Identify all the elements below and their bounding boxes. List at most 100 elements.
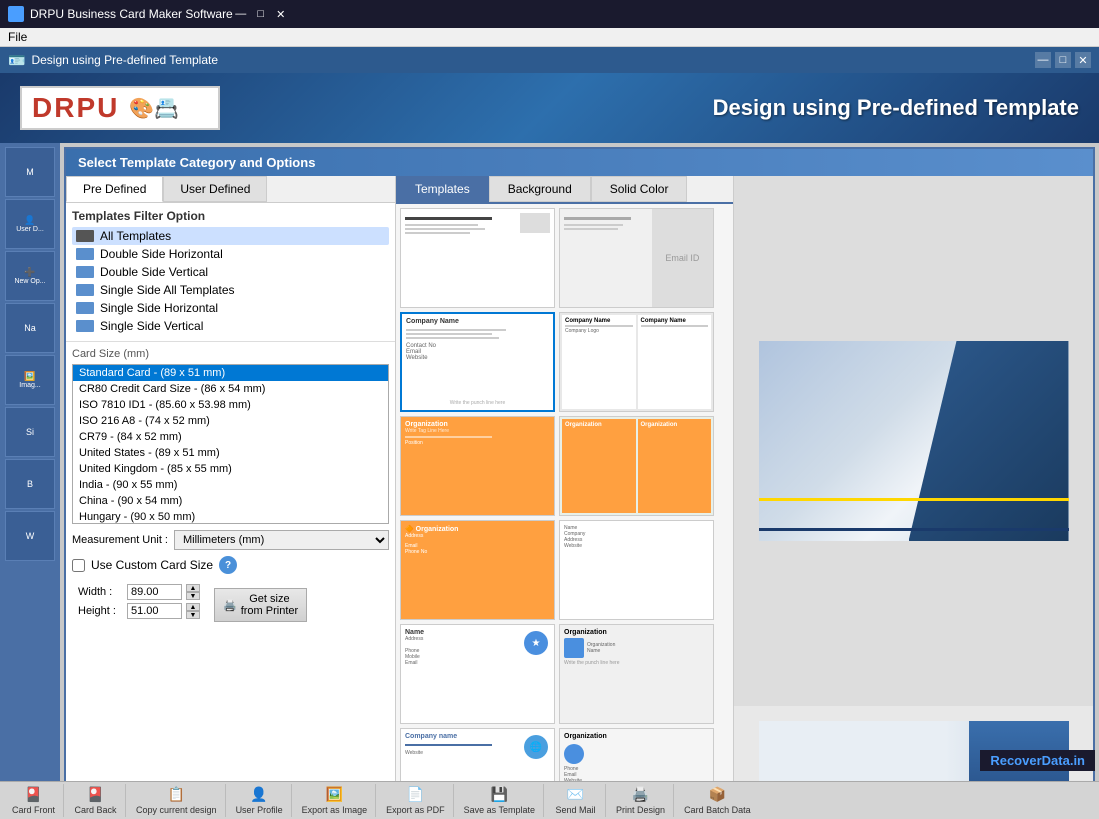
- sidebar-btn-new[interactable]: ➕ New Op...: [5, 251, 55, 301]
- template-card-2[interactable]: Email ID: [559, 208, 714, 308]
- filter-dh-icon: [76, 248, 94, 260]
- width-down-btn[interactable]: ▼: [186, 592, 200, 600]
- user-profile-btn[interactable]: 👤 User Profile: [228, 784, 292, 817]
- si-icon: Si: [26, 427, 34, 437]
- filter-double-vert[interactable]: Double Side Vertical: [72, 263, 389, 281]
- filter-all-icon: [76, 230, 94, 242]
- width-label: Width :: [78, 586, 123, 598]
- inner-close-btn[interactable]: ✕: [1075, 52, 1091, 68]
- measurement-select[interactable]: Millimeters (mm): [174, 530, 389, 550]
- w-icon: W: [26, 531, 35, 541]
- card-batch-icon: 📦: [709, 786, 726, 803]
- card-back-icon: 🎴: [87, 786, 104, 803]
- m-icon: M: [26, 167, 34, 177]
- watermark: RecoverData.in: [980, 750, 1095, 771]
- filter-title: Templates Filter Option: [72, 209, 389, 223]
- template-card-5[interactable]: Organization Write Tag Line Here Positio…: [400, 416, 555, 516]
- template-card-8[interactable]: Name Company Address Website: [559, 520, 714, 620]
- tab-background[interactable]: Background: [489, 176, 591, 202]
- template-grid: Email ID Company Name: [400, 208, 729, 781]
- template-card-3[interactable]: Company Name Contact No Email Website Wr…: [400, 312, 555, 412]
- tab-userdefined[interactable]: User Defined: [163, 176, 267, 202]
- template-card-9[interactable]: Name Address ★ Phone Mobile Email: [400, 624, 555, 724]
- copy-design-icon: 📋: [168, 786, 185, 803]
- sidebar-btn-si[interactable]: Si: [5, 407, 55, 457]
- card-batch-btn[interactable]: 📦 Card Batch Data: [676, 784, 759, 817]
- template-card-1[interactable]: [400, 208, 555, 308]
- print-design-btn[interactable]: 🖨️ Print Design: [608, 784, 674, 817]
- outer-close-btn[interactable]: ✕: [273, 6, 289, 22]
- size-option-0[interactable]: Standard Card - (89 x 51 mm): [73, 365, 388, 381]
- filter-all-templates[interactable]: All Templates: [72, 227, 389, 245]
- sidebar-btn-m[interactable]: M: [5, 147, 55, 197]
- height-up-btn[interactable]: ▲: [186, 603, 200, 611]
- card-back-btn[interactable]: 🎴 Card Back: [66, 784, 126, 817]
- filter-sv-icon: [76, 320, 94, 332]
- export-image-label: Export as Image: [302, 805, 368, 815]
- size-list[interactable]: Standard Card - (89 x 51 mm) CR80 Credit…: [72, 364, 389, 524]
- copy-design-btn[interactable]: 📋 Copy current design: [128, 784, 226, 817]
- filter-single-vert[interactable]: Single Side Vertical: [72, 317, 389, 335]
- height-input[interactable]: [127, 603, 182, 619]
- get-size-from-printer-btn[interactable]: 🖨️ Get sizefrom Printer: [214, 588, 307, 622]
- tab-templates[interactable]: Templates: [396, 176, 489, 202]
- preview-panel: Standard Card - (89 x 51 mm) Note: This …: [733, 176, 1093, 781]
- file-menu[interactable]: File: [8, 30, 27, 44]
- width-row: Width : ▲ ▼ Height :: [78, 584, 200, 622]
- sidebar-btn-user[interactable]: 👤 User D...: [5, 199, 55, 249]
- help-icon-btn[interactable]: ?: [219, 556, 237, 574]
- size-option-6[interactable]: United Kingdom - (85 x 55 mm): [73, 461, 388, 477]
- export-image-btn[interactable]: 🖼️ Export as Image: [294, 784, 377, 817]
- drpu-logo-text: DRPU: [32, 92, 119, 124]
- size-option-2[interactable]: ISO 7810 ID1 - (85.60 x 53.98 mm): [73, 397, 388, 413]
- filter-single-all[interactable]: Single Side All Templates: [72, 281, 389, 299]
- inner-maximize-btn[interactable]: □: [1055, 52, 1071, 68]
- app-header: DRPU 🎨📇 Design using Pre-defined Templat…: [0, 73, 1099, 143]
- sidebar-btn-b[interactable]: B: [5, 459, 55, 509]
- export-pdf-btn[interactable]: 📄 Export as PDF: [378, 784, 454, 817]
- user-profile-icon: 👤: [250, 786, 267, 803]
- inner-minimize-btn[interactable]: —: [1035, 52, 1051, 68]
- height-down-btn[interactable]: ▼: [186, 611, 200, 619]
- template-card-7[interactable]: 🔶 Organization Address Email Phone No: [400, 520, 555, 620]
- filter-double-horiz[interactable]: Double Side Horizontal: [72, 245, 389, 263]
- footer-toolbar: 🎴 Card Front 🎴 Card Back 📋 Copy current …: [0, 781, 1099, 819]
- sidebar-btn-image[interactable]: 🖼️ Imag...: [5, 355, 55, 405]
- export-image-icon: 🖼️: [326, 786, 343, 803]
- custom-size-checkbox[interactable]: [72, 559, 85, 572]
- user-icon: 👤: [24, 215, 35, 226]
- width-input[interactable]: [127, 584, 182, 600]
- size-option-5[interactable]: United States - (89 x 51 mm): [73, 445, 388, 461]
- card-front-btn[interactable]: 🎴 Card Front: [4, 784, 64, 817]
- filter-dh-label: Double Side Horizontal: [100, 247, 223, 261]
- send-mail-btn[interactable]: ✉️ Send Mail: [546, 784, 606, 817]
- measurement-label: Measurement Unit :: [72, 534, 168, 546]
- size-option-7[interactable]: India - (90 x 55 mm): [73, 477, 388, 493]
- size-option-8[interactable]: China - (90 x 54 mm): [73, 493, 388, 509]
- sidebar-btn-na[interactable]: Na: [5, 303, 55, 353]
- outer-minimize-btn[interactable]: —: [233, 6, 249, 22]
- size-option-3[interactable]: ISO 216 A8 - (74 x 52 mm): [73, 413, 388, 429]
- card-batch-label: Card Batch Data: [684, 805, 751, 815]
- size-option-9[interactable]: Hungary - (90 x 50 mm): [73, 509, 388, 524]
- width-up-btn[interactable]: ▲: [186, 584, 200, 592]
- tab-solid-color[interactable]: Solid Color: [591, 176, 688, 202]
- template-card-10[interactable]: Organization Organization Name: [559, 624, 714, 724]
- tab-predefined[interactable]: Pre Defined: [66, 176, 163, 202]
- inner-titlebar-title: Design using Pre-defined Template: [31, 53, 218, 67]
- watermark-text: RecoverData: [990, 753, 1070, 768]
- filter-single-horiz[interactable]: Single Side Horizontal: [72, 299, 389, 317]
- template-card-12[interactable]: Organization Phone Email Website: [559, 728, 714, 781]
- filter-sa-label: Single Side All Templates: [100, 283, 235, 297]
- template-card-4[interactable]: Company Name Company Logo Company Name: [559, 312, 714, 412]
- size-option-4[interactable]: CR79 - (84 x 52 mm): [73, 429, 388, 445]
- outer-maximize-btn[interactable]: □: [253, 6, 269, 22]
- export-pdf-icon: 📄: [407, 786, 424, 803]
- template-card-11[interactable]: Company name 🌐 Website: [400, 728, 555, 781]
- image-icon: 🖼️: [24, 371, 35, 382]
- size-option-1[interactable]: CR80 Credit Card Size - (86 x 54 mm): [73, 381, 388, 397]
- sidebar-btn-w[interactable]: W: [5, 511, 55, 561]
- printer-icon: 🖨️: [223, 599, 237, 612]
- template-card-6[interactable]: Organization Organization: [559, 416, 714, 516]
- save-template-btn[interactable]: 💾 Save as Template: [456, 784, 544, 817]
